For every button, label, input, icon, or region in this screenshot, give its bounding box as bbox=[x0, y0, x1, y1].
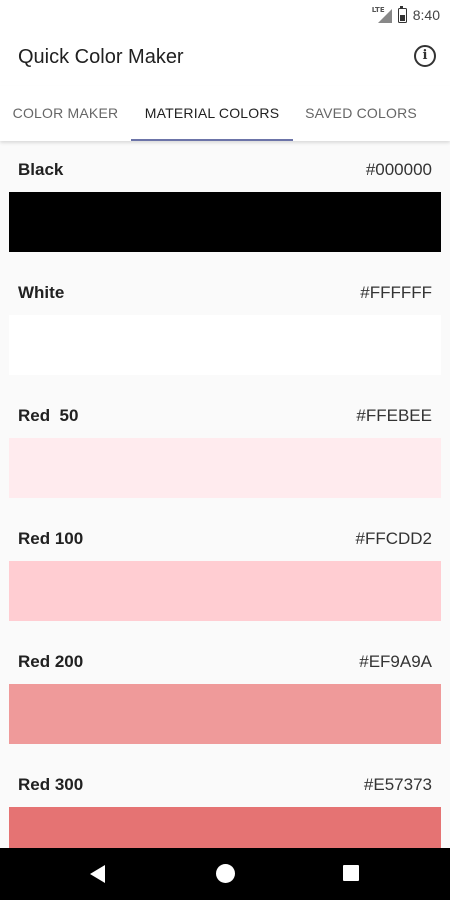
color-hex: #E57373 bbox=[363, 775, 432, 794]
color-hex: #FFCDD2 bbox=[355, 529, 432, 548]
tab-saved-colors[interactable]: SAVED COLORS bbox=[293, 86, 429, 141]
color-name: Red 300 bbox=[18, 775, 84, 794]
app-title: Quick Color Maker bbox=[18, 46, 184, 68]
color-item-red-300[interactable]: Red 300 #E57373 bbox=[0, 756, 450, 848]
color-item-red-200[interactable]: Red 200 #EF9A9A bbox=[0, 633, 450, 756]
app-bar: Quick Color Maker i bbox=[0, 30, 450, 86]
tab-indicator bbox=[131, 139, 293, 141]
status-icons: LTE 8:40 bbox=[372, 4, 440, 26]
tab-color-maker[interactable]: COLOR MAKER bbox=[0, 86, 131, 141]
color-swatch[interactable] bbox=[9, 561, 441, 621]
lte-signal-icon: LTE bbox=[372, 6, 392, 23]
color-item-red-50[interactable]: Red 50 #FFEBEE bbox=[0, 387, 450, 510]
screen: LTE 8:40 Quick Color Maker i COLOR MAKER… bbox=[0, 0, 450, 900]
color-item-black[interactable]: Black #000000 bbox=[0, 141, 450, 264]
color-swatch[interactable] bbox=[9, 807, 441, 848]
color-item-red-100[interactable]: Red 100 #FFCDD2 bbox=[0, 510, 450, 633]
home-icon[interactable] bbox=[216, 864, 235, 883]
color-hex: #EF9A9A bbox=[359, 652, 432, 671]
color-name: Red 50 bbox=[18, 406, 79, 425]
color-name: White bbox=[18, 283, 65, 302]
color-swatch[interactable] bbox=[9, 684, 441, 744]
battery-icon bbox=[397, 5, 407, 23]
color-swatch[interactable] bbox=[9, 192, 441, 252]
color-hex: #FFFFFF bbox=[360, 283, 432, 302]
color-list[interactable]: Black #000000 White #FFFFFF Red 50 #FFEB… bbox=[0, 141, 450, 848]
navigation-bar bbox=[0, 848, 450, 900]
color-name: Black bbox=[18, 160, 64, 179]
status-time: 8:40 bbox=[412, 7, 440, 23]
color-hex: #000000 bbox=[365, 160, 432, 179]
status-bar: LTE 8:40 bbox=[0, 0, 450, 30]
color-item-white[interactable]: White #FFFFFF bbox=[0, 264, 450, 387]
tab-bar: COLOR MAKER MATERIAL COLORS SAVED COLORS bbox=[0, 86, 450, 141]
color-name: Red 100 bbox=[18, 529, 84, 548]
color-hex: #FFEBEE bbox=[356, 406, 432, 425]
color-swatch[interactable] bbox=[9, 438, 441, 498]
color-name: Red 200 bbox=[18, 652, 84, 671]
tab-material-colors[interactable]: MATERIAL COLORS bbox=[131, 86, 293, 141]
signal-bars-icon bbox=[377, 9, 392, 23]
back-icon[interactable] bbox=[90, 865, 105, 883]
info-icon[interactable]: i bbox=[414, 45, 436, 67]
recents-icon[interactable] bbox=[343, 865, 359, 881]
color-swatch[interactable] bbox=[9, 315, 441, 375]
